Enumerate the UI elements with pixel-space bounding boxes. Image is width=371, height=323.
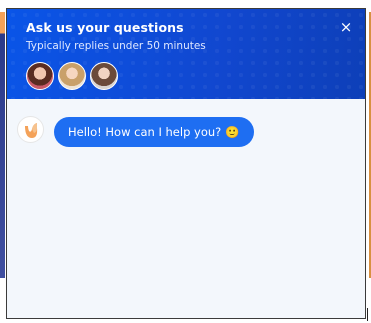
page-background-strip — [0, 12, 5, 278]
agent-avatar — [90, 62, 118, 90]
smile-emoji-icon: 🙂 — [225, 125, 240, 139]
chat-title: Ask us your questions — [26, 20, 184, 35]
bot-avatar — [17, 116, 44, 143]
bot-message-text: Hello! How can I help you? — [68, 125, 222, 139]
chat-widget: Ask us your questions Typically replies … — [6, 8, 366, 319]
close-icon[interactable]: × — [337, 18, 355, 36]
bot-logo-icon — [25, 123, 38, 138]
agent-avatar — [26, 62, 54, 90]
text-cursor-icon — [367, 308, 368, 321]
agent-avatar — [58, 62, 86, 90]
agent-avatars — [26, 62, 118, 90]
chat-header: Ask us your questions Typically replies … — [7, 9, 365, 99]
bot-message-bubble: Hello! How can I help you? 🙂 — [54, 117, 254, 147]
chat-subtitle: Typically replies under 50 minutes — [26, 40, 206, 52]
